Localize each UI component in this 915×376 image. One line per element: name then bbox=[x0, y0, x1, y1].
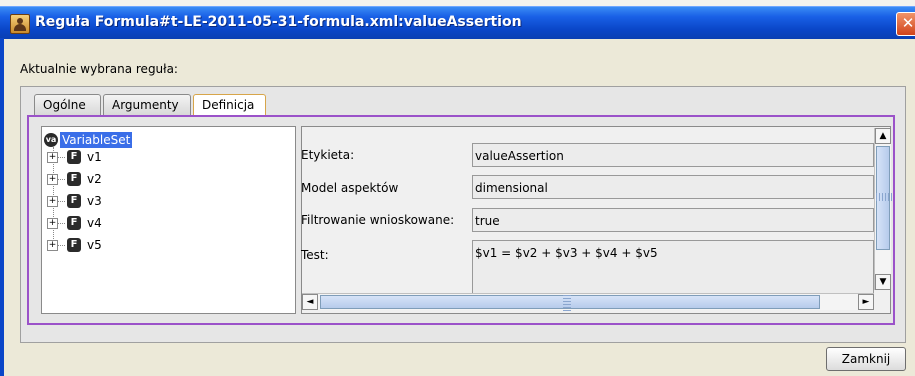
scroll-up-icon[interactable]: ▲ bbox=[875, 128, 891, 144]
formula-variable-icon: F bbox=[67, 238, 81, 252]
label-model-aspektow: Model aspektów bbox=[301, 181, 399, 195]
app-user-icon bbox=[10, 14, 30, 34]
tab-ogolne[interactable]: Ogólne bbox=[34, 94, 101, 115]
variable-set-icon: va bbox=[44, 133, 58, 147]
close-button[interactable]: Zamknij bbox=[826, 347, 906, 371]
horizontal-scroll-thumb[interactable] bbox=[320, 295, 820, 311]
tree-item-v3[interactable]: + F v3 bbox=[47, 193, 107, 209]
model-aspektow-field[interactable]: dimensional bbox=[472, 175, 874, 199]
tree-root-label[interactable]: VariableSet bbox=[60, 132, 133, 148]
label-etykieta: Etykieta: bbox=[301, 148, 355, 162]
vertical-scrollbar[interactable]: ▲ ▼ bbox=[874, 128, 892, 290]
etykieta-field[interactable]: valueAssertion bbox=[472, 143, 874, 167]
tree-item-label: v3 bbox=[87, 194, 102, 208]
formula-variable-icon: F bbox=[67, 194, 81, 208]
scroll-left-icon[interactable]: ◄ bbox=[302, 294, 318, 310]
formula-variable-icon: F bbox=[67, 216, 81, 230]
tree-item-v1[interactable]: + F v1 bbox=[47, 149, 107, 165]
window-title: Reguła Formula#t-LE-2011-05-31-formula.x… bbox=[35, 14, 522, 30]
variable-tree[interactable]: va VariableSet + F v1 + F v2 + F v3 + F … bbox=[41, 126, 296, 314]
section-label: Aktualnie wybrana reguła: bbox=[20, 62, 178, 76]
tree-item-v4[interactable]: + F v4 bbox=[47, 215, 107, 231]
formula-variable-icon: F bbox=[67, 150, 81, 164]
tree-item-label: v4 bbox=[87, 216, 102, 230]
title-bar[interactable]: Reguła Formula#t-LE-2011-05-31-formula.x… bbox=[0, 6, 915, 39]
tree-item-v2[interactable]: + F v2 bbox=[47, 171, 107, 187]
filtrowanie-field[interactable]: true bbox=[472, 208, 874, 232]
tree-item-label: v2 bbox=[87, 172, 102, 186]
tree-item-label: v5 bbox=[87, 238, 102, 252]
tab-argumenty[interactable]: Argumenty bbox=[103, 94, 191, 115]
window-frame-left bbox=[0, 38, 4, 376]
horizontal-scrollbar[interactable]: ◄ ► bbox=[302, 293, 874, 311]
formula-variable-icon: F bbox=[67, 172, 81, 186]
scroll-down-icon[interactable]: ▼ bbox=[875, 274, 891, 290]
vertical-scroll-thumb[interactable] bbox=[876, 146, 892, 250]
test-expression-field[interactable]: $v1 = $v2 + $v3 + $v4 + $v5 bbox=[472, 240, 874, 294]
tab-definicja[interactable]: Definicja bbox=[193, 94, 266, 115]
tree-item-label: v1 bbox=[87, 150, 102, 164]
label-filtrowanie: Filtrowanie wnioskowane: bbox=[301, 213, 455, 227]
window-close-icon[interactable]: ✕ bbox=[896, 12, 915, 36]
tree-item-v5[interactable]: + F v5 bbox=[47, 237, 107, 253]
scroll-right-icon[interactable]: ► bbox=[858, 294, 874, 310]
label-test: Test: bbox=[301, 248, 329, 262]
